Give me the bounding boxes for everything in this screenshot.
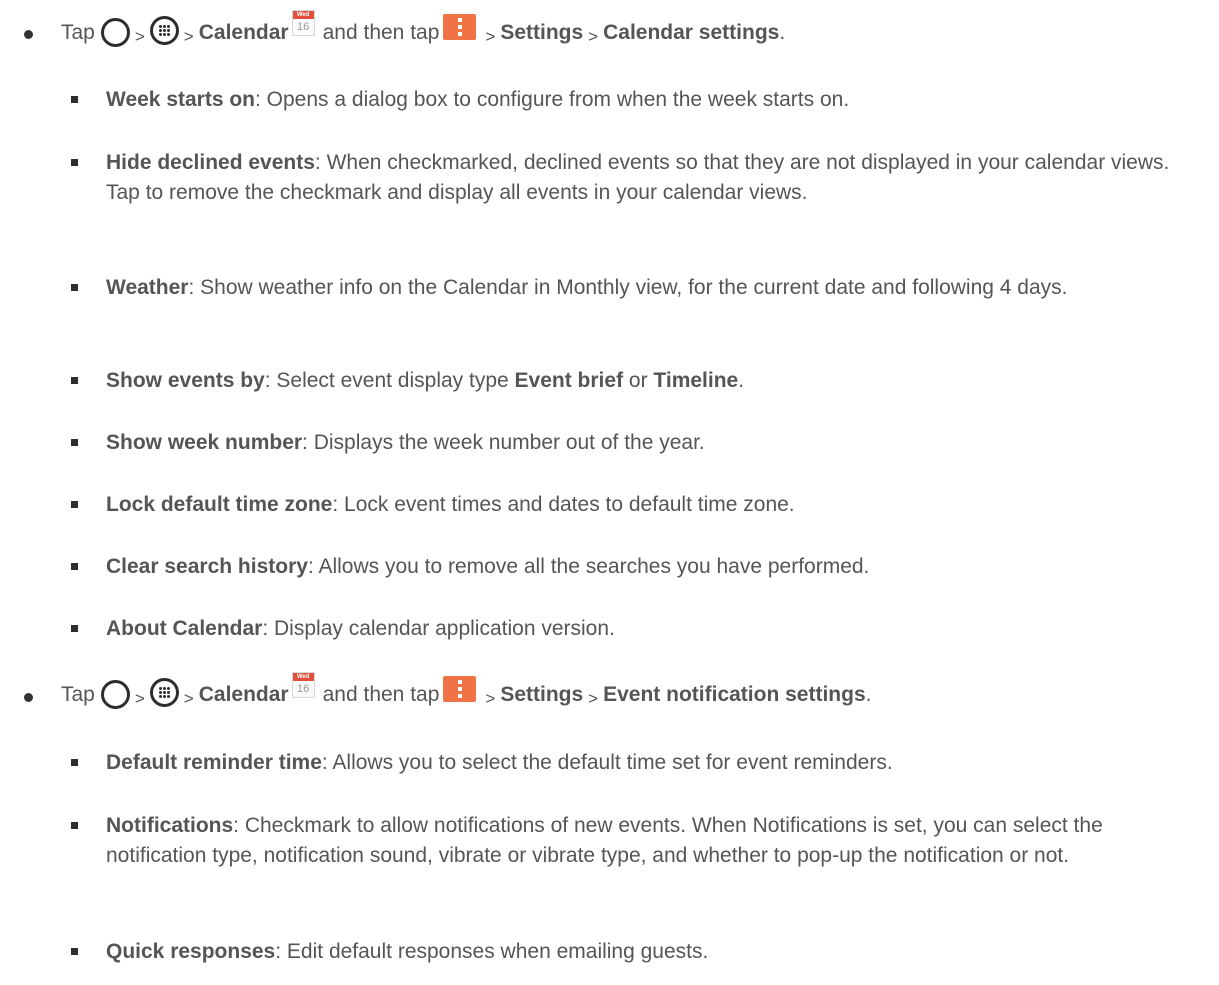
list-item-week-starts-on: Week starts on: Opens a dialog box to co… (71, 85, 1206, 115)
list-item-lock-default-time-zone: Lock default time zone: Lock event times… (71, 490, 1206, 520)
home-button-icon (100, 17, 130, 47)
item-desc: : Show weather info on the Calendar in M… (188, 276, 1068, 299)
item-term: About Calendar (106, 617, 263, 640)
item-term: Notifications (106, 814, 234, 837)
item-desc: : Opens a dialog box to configure from w… (255, 88, 850, 111)
item-desc: : Displays the week number out of the ye… (302, 431, 705, 454)
and-then-tap-text: and then tap (322, 21, 440, 44)
period: . (779, 21, 786, 44)
separator: > (183, 27, 194, 46)
item-term: Default reminder time (106, 751, 322, 774)
settings-label: Settings (500, 21, 584, 44)
tap-text: Tap (61, 683, 95, 706)
square-bullet (71, 759, 78, 766)
square-bullet (71, 625, 78, 632)
list-item-clear-search-history: Clear search history: Allows you to remo… (71, 552, 1206, 582)
option-event-brief: Event brief (514, 369, 624, 392)
square-bullet (71, 822, 78, 829)
list-item-weather: Weather: Show weather info on the Calend… (71, 273, 1206, 303)
calendar-icon-day: 16 (296, 683, 310, 695)
apps-icon (149, 15, 179, 45)
separator: > (485, 27, 496, 46)
separator: > (588, 27, 599, 46)
item-term: Show week number (106, 431, 303, 454)
list-item-show-week-number: Show week number: Displays the week numb… (71, 428, 1206, 458)
period: . (865, 683, 872, 706)
separator: > (134, 689, 145, 708)
item-desc: : Allows you to select the default time … (321, 751, 893, 774)
menu-icon (443, 676, 477, 702)
list-item-notifications: Notifications: Checkmark to allow notifi… (71, 811, 1206, 871)
tap-text: Tap (61, 21, 95, 44)
item-term: Show events by (106, 369, 265, 392)
item-desc: : Allows you to remove all the searches … (307, 555, 870, 578)
target-label: Event notification settings (603, 683, 866, 706)
item-desc: : Select event display type (264, 369, 515, 392)
list-item-hide-declined-events: Hide declined events: When checkmarked, … (71, 148, 1206, 208)
period: . (738, 369, 745, 392)
menu-icon (443, 14, 477, 40)
item-term: Weather (106, 276, 189, 299)
bullet-dot (24, 693, 33, 702)
square-bullet (71, 159, 78, 166)
settings-label: Settings (500, 683, 584, 706)
separator: > (485, 689, 496, 708)
instruction-line: Tap > > Calendar Wed 16 and then tap > S… (61, 10, 786, 48)
calendar-label: Calendar (198, 683, 289, 706)
calendar-app-icon: Wed 16 (291, 672, 315, 698)
item-desc: or (623, 369, 654, 392)
target-label: Calendar settings (603, 21, 780, 44)
option-timeline: Timeline (653, 369, 739, 392)
square-bullet (71, 377, 78, 384)
instruction-line: Tap > > Calendar Wed 16 and then tap > S… (61, 672, 872, 710)
item-term: Clear search history (106, 555, 308, 578)
square-bullet (71, 501, 78, 508)
home-button-icon (100, 679, 130, 709)
list-item-quick-responses: Quick responses: Edit default responses … (71, 937, 1206, 967)
separator: > (183, 689, 194, 708)
item-desc: : Checkmark to allow notifications of ne… (106, 814, 1103, 867)
item-term: Hide declined events (106, 151, 315, 174)
separator: > (134, 27, 145, 46)
item-desc: : Display calendar application version. (262, 617, 615, 640)
calendar-label: Calendar (198, 21, 289, 44)
calendar-app-icon: Wed 16 (291, 10, 315, 36)
item-term: Quick responses (106, 940, 276, 963)
list-item-about-calendar: About Calendar: Display calendar applica… (71, 614, 1206, 644)
item-term: Week starts on (106, 88, 255, 111)
square-bullet (71, 96, 78, 103)
and-then-tap-text: and then tap (322, 683, 440, 706)
list-item-default-reminder-time: Default reminder time: Allows you to sel… (71, 748, 1206, 778)
separator: > (588, 689, 599, 708)
square-bullet (71, 948, 78, 955)
square-bullet (71, 439, 78, 446)
bullet-dot (24, 30, 33, 39)
square-bullet (71, 563, 78, 570)
calendar-icon-day: 16 (296, 21, 310, 33)
item-desc: : Edit default responses when emailing g… (275, 940, 709, 963)
item-term: Lock default time zone (106, 493, 333, 516)
list-item-show-events-by: Show events by: Select event display typ… (71, 366, 1206, 396)
apps-icon (149, 677, 179, 707)
item-desc: : Lock event times and dates to default … (332, 493, 795, 516)
square-bullet (71, 284, 78, 291)
calendar-icon-weekday: Wed (292, 11, 314, 19)
calendar-icon-weekday: Wed (292, 673, 314, 681)
